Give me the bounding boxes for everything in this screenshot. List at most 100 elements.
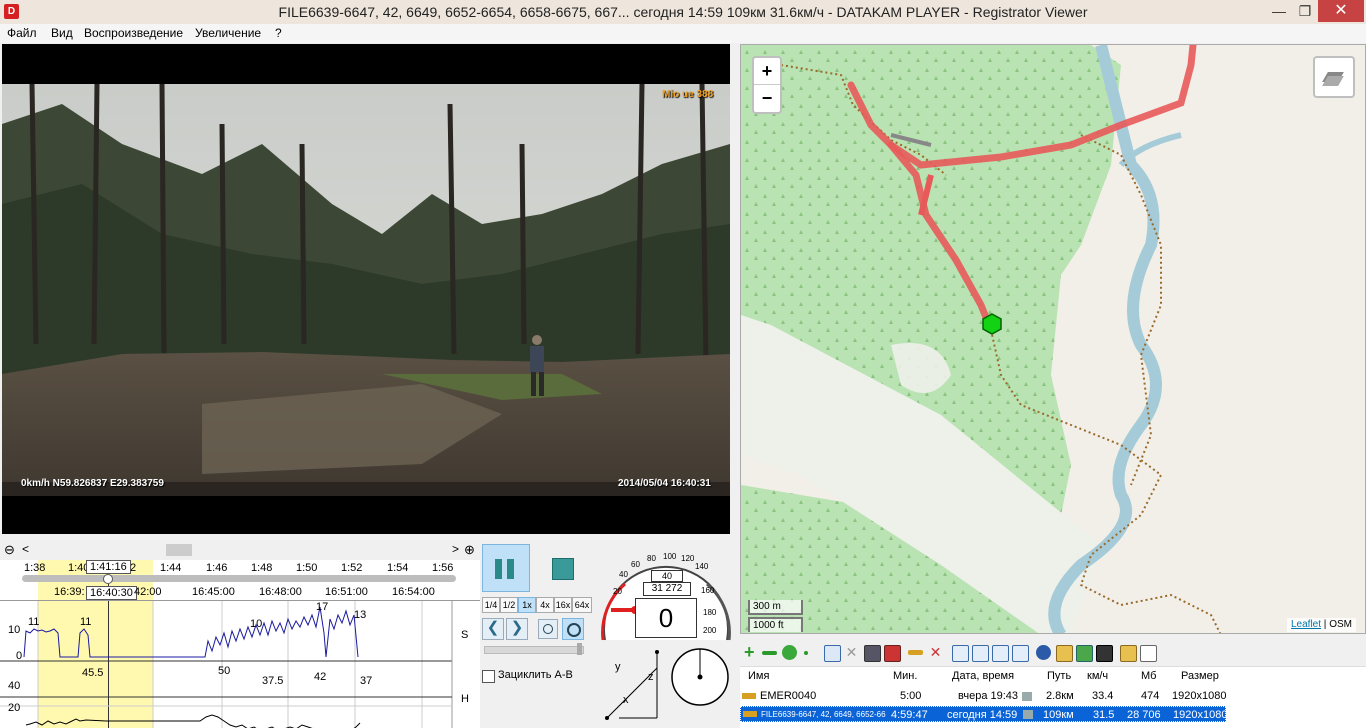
file-list-panel: + ✕ ✕ Имя Мин. Дата, время Путь км/ч Мб … <box>740 640 1366 728</box>
col-distance[interactable]: Путь <box>1047 670 1071 686</box>
speed-value-label: 10 <box>250 618 263 630</box>
col-speed[interactable]: км/ч <box>1087 670 1108 686</box>
rate-button[interactable]: 1/4 <box>482 597 500 613</box>
key-icon[interactable] <box>908 650 923 655</box>
fullscreen-icon[interactable] <box>972 645 989 662</box>
folder-icon[interactable] <box>1120 645 1137 662</box>
rate-button[interactable]: 16x <box>554 597 572 613</box>
image-icon[interactable] <box>1056 645 1073 662</box>
maximize-button[interactable]: ❐ <box>1292 0 1318 22</box>
layers-button[interactable] <box>1313 56 1355 98</box>
odometer: 31 272 <box>643 582 691 596</box>
rate-button-active[interactable]: 1x <box>518 597 536 613</box>
scale-imperial: 1000 ft <box>748 617 803 632</box>
table-row-selected[interactable]: FILE6639-6647, 42, 6649, 6652-66 4:59:47… <box>740 706 1227 722</box>
copy-icon[interactable] <box>824 645 841 662</box>
menu-zoom[interactable]: Увеличение <box>195 24 261 43</box>
stop-button[interactable] <box>552 558 574 580</box>
height-axis-label: 20 <box>8 702 21 714</box>
height-value-label: 42 <box>314 671 327 683</box>
add-icon[interactable]: + <box>744 643 759 661</box>
timeline-handle[interactable] <box>103 574 113 584</box>
volume-handle[interactable] <box>577 643 582 655</box>
refresh-icon[interactable] <box>782 645 797 660</box>
volume-slider[interactable] <box>484 646 584 654</box>
map-zoom-out-button[interactable]: − <box>754 85 780 111</box>
col-name[interactable]: Имя <box>748 670 769 686</box>
route-map[interactable]: + − 300 m 1000 ft Leaflet | OSM <box>740 44 1366 634</box>
gps-overlay: 0km/h N59.826837 E29.383759 <box>21 478 164 489</box>
menu-file[interactable]: Файл <box>7 24 37 43</box>
zoom-video-out-button[interactable] <box>538 619 558 639</box>
tick-label: 16:51:00 <box>325 586 368 598</box>
timeline-scroll-left-icon[interactable]: < <box>22 542 29 556</box>
export-icon[interactable] <box>884 645 901 662</box>
document-icon[interactable] <box>1140 645 1157 662</box>
speed-value-label: 11 <box>28 616 40 628</box>
gauge-tick: 80 <box>647 554 656 563</box>
col-mb[interactable]: Мб <box>1141 670 1156 686</box>
dot-icon[interactable] <box>804 651 808 655</box>
unlock-icon[interactable]: ✕ <box>928 645 943 660</box>
scale-metric: 300 m <box>748 600 803 615</box>
menu-view[interactable]: Вид <box>51 24 73 43</box>
axis-label: x <box>623 694 629 706</box>
delete-icon[interactable]: ✕ <box>844 645 859 660</box>
film-icon[interactable] <box>1096 645 1113 662</box>
magnifier-icon <box>543 624 553 634</box>
menu-help[interactable]: ? <box>275 24 282 43</box>
zoom-in-icon[interactable]: ⊕ <box>464 542 475 558</box>
attribution-separator: | <box>1321 619 1330 630</box>
col-resolution[interactable]: Размер <box>1181 670 1219 686</box>
remove-icon[interactable] <box>762 651 777 655</box>
file-speed: 31.5 <box>1093 709 1115 721</box>
timeline-track[interactable] <box>22 575 456 582</box>
zoom-video-in-button[interactable] <box>562 618 584 640</box>
map-zoom-in-button[interactable]: + <box>754 58 780 85</box>
speed-value-label: 11 <box>80 616 92 628</box>
minimize-button[interactable]: — <box>1266 0 1292 22</box>
globe-icon[interactable] <box>1036 645 1051 660</box>
table-row[interactable]: EMER0040 5:00 вчера 19:43 2.8км 33.4 474… <box>740 688 1226 704</box>
save-icon[interactable] <box>864 645 881 662</box>
leaflet-link[interactable]: Leaflet <box>1291 619 1321 630</box>
window-icon[interactable] <box>992 645 1009 662</box>
close-button[interactable]: ✕ <box>1318 0 1364 22</box>
speed-limit-box: 40 <box>651 570 683 582</box>
chart-icon[interactable] <box>1076 645 1093 662</box>
step-forward-button[interactable]: ❯ <box>506 618 528 640</box>
loop-checkbox[interactable] <box>482 670 495 683</box>
tick-label: 16:54:00 <box>392 586 435 598</box>
step-back-button[interactable]: ❮ <box>482 618 504 640</box>
file-date: сегодня 14:59 <box>947 709 1018 721</box>
title-bar: D FILE6639-6647, 42, 6649, 6652-6654, 66… <box>0 0 1366 25</box>
camera-icon <box>1022 692 1032 701</box>
zoom-out-icon[interactable]: ⊖ <box>4 542 15 558</box>
tick-label: 42:00 <box>134 586 162 598</box>
menu-playback[interactable]: Воспроизведение <box>84 24 183 43</box>
col-minutes[interactable]: Мин. <box>893 670 917 686</box>
rate-button[interactable]: 1/2 <box>500 597 518 613</box>
pause-button[interactable] <box>482 544 530 592</box>
position-marker[interactable] <box>982 313 1002 335</box>
file-distance: 109км <box>1043 709 1074 721</box>
axis-label: z <box>648 671 654 683</box>
timeline-scroll-thumb[interactable] <box>166 544 192 556</box>
speed-plot-label: S <box>461 629 469 641</box>
tick-label: 1:50 <box>296 562 318 574</box>
rate-button[interactable]: 4x <box>536 597 554 613</box>
video-player[interactable]: Mio ue 388 0km/h N59.826837 E29.383759 2… <box>2 44 730 534</box>
map-attribution: Leaflet | OSM <box>1287 618 1356 632</box>
gauge-tick: 200 <box>703 626 717 635</box>
rate-button[interactable]: 64x <box>572 597 592 613</box>
tile-icon[interactable] <box>1012 645 1029 662</box>
file-mb: 474 <box>1141 690 1160 702</box>
new-window-icon[interactable] <box>952 645 969 662</box>
height-plot-label: H <box>461 693 469 705</box>
osm-label: OSM <box>1329 619 1352 630</box>
col-datetime[interactable]: Дата, время <box>952 670 1014 686</box>
map-canvas[interactable] <box>741 45 1366 634</box>
key-icon <box>743 711 757 717</box>
timeline-scroll-right-icon[interactable]: > <box>452 542 459 556</box>
gauge-tick: 60 <box>631 560 640 569</box>
